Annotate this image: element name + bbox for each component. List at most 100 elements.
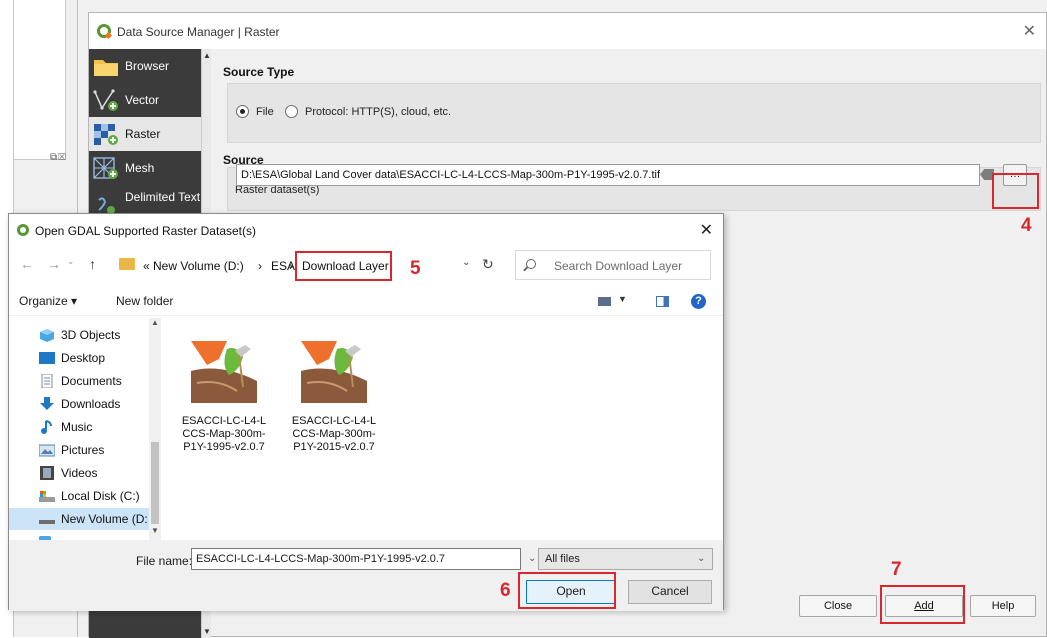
close-icon[interactable]: ✕ <box>1023 21 1036 41</box>
up-arrow-icon[interactable]: ↑ <box>89 256 96 272</box>
nav-item-new-volume[interactable]: New Volume (D: <box>9 508 149 530</box>
dsm-titlebar: Data Source Manager | Raster ✕ <box>89 13 1046 49</box>
refresh-icon[interactable]: ↻ <box>482 256 494 273</box>
nav-item-pictures[interactable]: Pictures <box>9 439 149 461</box>
scroll-up-icon[interactable]: ▲ <box>151 318 159 327</box>
navigation-pane: 3D Objects Desktop Documents Downloads M… <box>9 318 161 540</box>
annotation-step4: 4 <box>1021 215 1032 236</box>
qgis-logo-icon <box>97 24 111 38</box>
qgis-logo-icon <box>17 224 29 236</box>
organize-menu[interactable]: Organize ▾ <box>19 294 77 308</box>
file-name-label: File name: <box>136 554 193 568</box>
nav-item-label: Downloads <box>61 397 121 411</box>
file-type-dropdown-icon[interactable]: ⌄ <box>697 553 705 564</box>
help-icon[interactable]: ? <box>691 294 706 309</box>
file-name-line: ESACCI-LC-L4-L <box>181 415 267 427</box>
mesh-icon <box>93 156 119 180</box>
sidebar-item-label: Delimited Text <box>125 190 201 204</box>
nav-item-label: Desktop <box>61 351 106 365</box>
nav-item-label: Documents <box>61 374 122 388</box>
delimited-text-icon <box>93 190 119 214</box>
annotation-step6: 6 <box>500 580 511 601</box>
raster-dataset-input[interactable]: D:\ESA\Global Land Cover data\ESACCI-LC-… <box>236 164 980 186</box>
sidebar-item-label: Raster <box>125 127 161 141</box>
new-folder-button[interactable]: New folder <box>116 294 173 308</box>
scroll-down-icon[interactable]: ▼ <box>151 526 159 535</box>
dsm-title: Data Source Manager | Raster <box>117 25 280 39</box>
radio-protocol-label: Protocol: HTTP(S), cloud, etc. <box>305 106 452 118</box>
close-button[interactable]: Close <box>799 595 877 617</box>
sidebar-item-label: Mesh <box>125 161 155 175</box>
annotation-step5: 5 <box>410 258 421 279</box>
3d-objects-icon <box>39 328 55 342</box>
desktop-icon <box>39 351 55 365</box>
nav-item-label: 3D Objects <box>61 328 121 342</box>
address-dropdown-icon[interactable]: ⌄ <box>462 257 470 268</box>
file-type-select[interactable]: All files <box>538 548 713 570</box>
annotation-box-step7 <box>880 585 965 624</box>
sidebar-item-label: Vector <box>125 93 160 107</box>
raster-file-thumbnail-icon <box>301 341 367 403</box>
file-name-line: P1Y-1995-v2.0.7 <box>183 441 265 453</box>
annotation-box-step5 <box>295 251 392 281</box>
search-placeholder: Search Download Layer <box>554 259 683 273</box>
radio-file[interactable] <box>236 105 249 118</box>
annotation-box-step6 <box>518 572 616 609</box>
back-arrow-icon[interactable]: ← <box>20 256 34 272</box>
nav-item-label: Local Disk (C:) <box>61 489 140 503</box>
nav-item-desktop[interactable]: Desktop <box>9 347 149 369</box>
sidebar-item-raster[interactable]: Raster <box>89 117 201 151</box>
close-icon[interactable]: ✕ <box>700 220 713 240</box>
file-name-label: ESACCI-LC-L4-L CCS-Map-300m- P1Y-2015-v2… <box>289 415 379 454</box>
view-dropdown-icon[interactable]: ▼ <box>618 294 627 304</box>
nav-item-label: Pictures <box>61 443 105 457</box>
radio-protocol[interactable] <box>285 105 298 118</box>
source-type-title: Source Type <box>223 65 295 79</box>
nav-item-downloads[interactable]: Downloads <box>9 393 149 415</box>
view-options-icon[interactable] <box>598 297 611 306</box>
file-dialog-titlebar: Open GDAL Supported Raster Dataset(s) ✕ <box>9 214 723 246</box>
nav-item-local-disk[interactable]: Local Disk (C:) <box>9 485 149 507</box>
file-name-line: CCS-Map-300m- <box>292 428 376 440</box>
vector-icon <box>93 88 119 112</box>
nav-item-music[interactable]: Music <box>9 416 149 438</box>
file-name-dropdown-icon[interactable]: ⌄ <box>528 553 536 564</box>
sidebar-item-vector[interactable]: Vector <box>89 83 201 117</box>
nav-item-videos[interactable]: Videos <box>9 462 149 484</box>
downloads-icon <box>39 397 55 411</box>
scroll-up-icon[interactable]: ▲ <box>203 51 211 60</box>
annotation-box-step4 <box>992 173 1039 209</box>
sidebar-item-browser[interactable]: Browser <box>89 49 201 83</box>
raster-file-thumbnail-icon <box>191 341 257 403</box>
layers-panel: ▼ <box>14 0 80 160</box>
drive-icon <box>39 512 55 526</box>
music-icon <box>39 420 55 434</box>
local-disk-icon <box>39 489 55 503</box>
folder-icon <box>93 54 119 78</box>
forward-arrow-icon[interactable]: → <box>47 256 61 272</box>
nav-item-documents[interactable]: Documents <box>9 370 149 392</box>
search-icon <box>526 259 536 269</box>
breadcrumb-new-volume[interactable]: « New Volume (D:) <box>143 259 244 273</box>
recent-locations-chevron-icon[interactable]: ⌄ <box>67 256 75 267</box>
file-name-line: CCS-Map-300m- <box>182 428 266 440</box>
sidebar-item-label: Browser <box>125 59 170 73</box>
nav-item-label: Music <box>61 420 93 434</box>
scroll-down-icon[interactable]: ▼ <box>203 627 211 636</box>
dock-buttons[interactable]: ⧉☒ <box>50 152 67 163</box>
file-dialog-title: Open GDAL Supported Raster Dataset(s) <box>35 224 256 238</box>
file-name-line: P1Y-2015-v2.0.7 <box>293 441 375 453</box>
nav-item-label: Videos <box>61 466 98 480</box>
navigation-scrollbar-thumb[interactable] <box>151 442 159 524</box>
radio-file-label: File <box>256 106 274 118</box>
nav-item-3d-objects[interactable]: 3D Objects <box>9 324 149 346</box>
preview-pane-icon[interactable] <box>656 296 669 307</box>
cancel-button[interactable]: Cancel <box>628 580 712 604</box>
help-button[interactable]: Help <box>970 595 1036 617</box>
file-name-line: ESACCI-LC-L4-L <box>291 415 377 427</box>
breadcrumb-separator: › <box>258 259 262 273</box>
sidebar-item-mesh[interactable]: Mesh <box>89 151 201 185</box>
breadcrumb-separator: › <box>289 259 293 273</box>
videos-icon <box>39 466 55 480</box>
file-name-input[interactable]: ESACCI-LC-L4-LCCS-Map-300m-P1Y-1995-v2.0… <box>191 548 521 570</box>
